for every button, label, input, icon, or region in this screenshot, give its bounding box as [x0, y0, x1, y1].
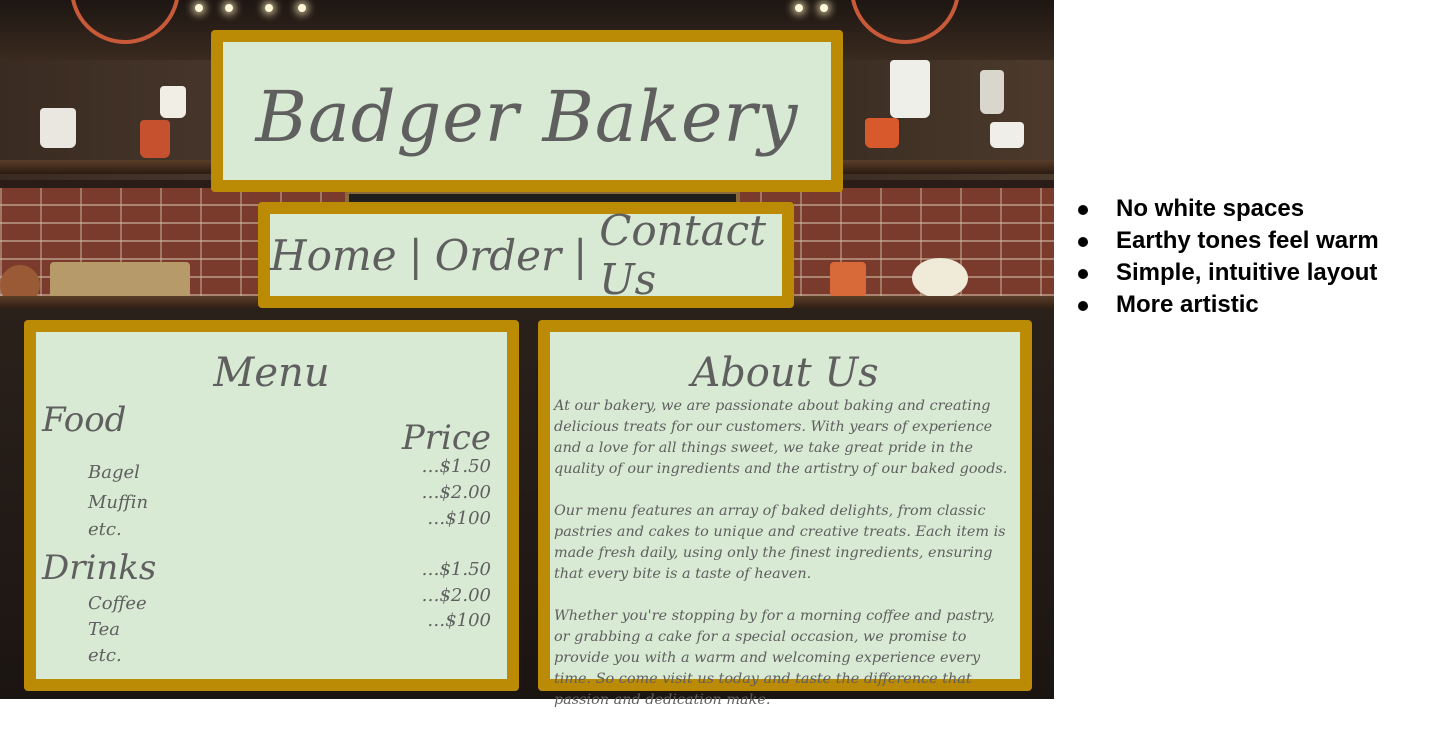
design-note-text: Earthy tones feel warm	[1116, 227, 1379, 254]
about-body: At our bakery, we are passionate about b…	[554, 396, 1014, 732]
nav-contact-link[interactable]: Contact Us	[599, 206, 782, 304]
design-note-text: No white spaces	[1116, 195, 1305, 222]
title-banner: Badger Bakery	[211, 30, 843, 192]
bullet-icon	[1078, 301, 1088, 311]
menu-item-price: …$100	[427, 508, 491, 529]
about-paragraph: Whether you're stopping by for a morning…	[554, 608, 995, 708]
price-column-title: Price	[401, 418, 491, 458]
menu-item-name: Muffin	[88, 492, 149, 513]
menu-item-name: etc.	[88, 645, 122, 666]
menu-item-price: …$1.50	[421, 559, 491, 580]
menu-item-name: Tea	[88, 619, 120, 640]
food-section-title: Food	[42, 400, 127, 440]
nav-bar: Home | Order | Contact Us	[258, 202, 794, 308]
design-note: Earthy tones feel warm	[1076, 225, 1432, 257]
menu-item-name: etc.	[88, 519, 122, 540]
nav-home-link[interactable]: Home	[270, 231, 397, 280]
menu-item-price: …$100	[427, 610, 491, 631]
menu-item-name: Bagel	[88, 462, 140, 483]
site-title: Badger Bakery	[255, 76, 799, 158]
design-note: No white spaces	[1076, 193, 1432, 225]
design-note-text: More artistic	[1116, 291, 1259, 318]
drinks-section-title: Drinks	[42, 548, 157, 588]
design-note: More artistic	[1076, 289, 1432, 321]
menu-heading: Menu	[213, 350, 330, 396]
about-panel: About Us At our bakery, we are passionat…	[538, 320, 1032, 708]
design-notes-list: No white spaces Earthy tones feel warm S…	[1076, 193, 1432, 321]
nav-separator: |	[573, 230, 588, 280]
nav-separator: |	[408, 230, 423, 280]
design-note: Simple, intuitive layout	[1076, 257, 1432, 289]
about-paragraph: Our menu features an array of baked deli…	[554, 503, 1006, 582]
bullet-icon	[1078, 269, 1088, 279]
menu-panel: Menu Food Price Bagel Muffin etc. …$1.50…	[24, 320, 519, 691]
menu-item-price: …$2.00	[421, 585, 491, 606]
menu-item-price: …$1.50	[421, 456, 491, 477]
menu-item-price: …$2.00	[421, 482, 491, 503]
design-note-text: Simple, intuitive layout	[1116, 259, 1378, 286]
about-paragraph: At our bakery, we are passionate about b…	[554, 398, 1008, 477]
nav-order-link[interactable]: Order	[435, 231, 561, 280]
menu-item-name: Coffee	[88, 593, 147, 614]
bullet-icon	[1078, 237, 1088, 247]
about-heading: About Us	[691, 350, 879, 396]
bullet-icon	[1078, 205, 1088, 215]
